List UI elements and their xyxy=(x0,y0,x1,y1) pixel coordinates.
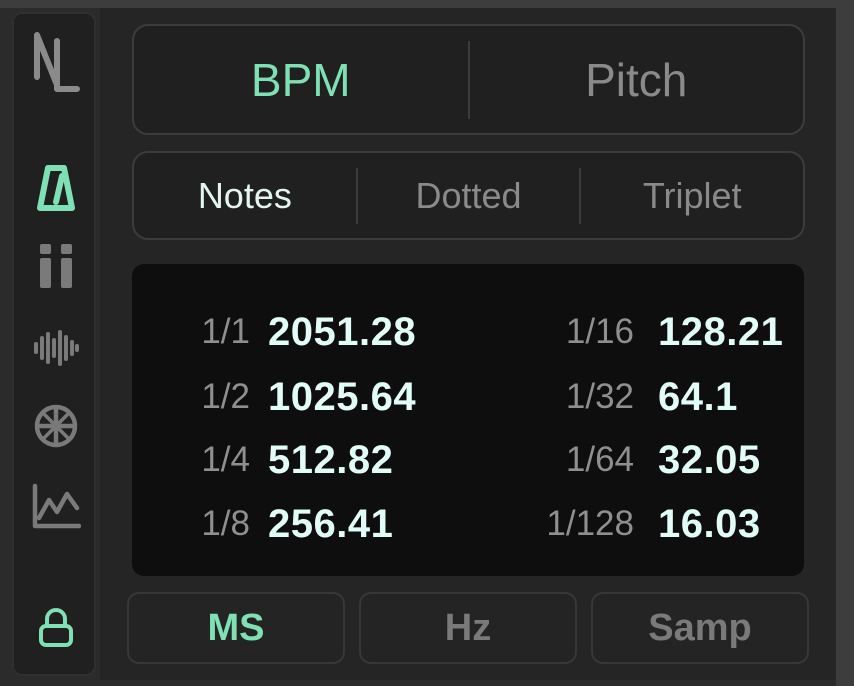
tab-bpm[interactable]: BPM xyxy=(134,53,468,107)
note-label: 1/4 xyxy=(201,440,250,479)
hz-button[interactable]: Hz xyxy=(359,592,577,664)
value-row: 1/32 64.1 xyxy=(516,369,738,425)
metronome-icon[interactable] xyxy=(14,158,98,218)
note-label: 1/32 xyxy=(565,377,634,416)
ms-button[interactable]: MS xyxy=(127,592,345,664)
plugin-window: BPM Pitch Notes Dotted Triplet 1/1 2051.… xyxy=(0,0,854,686)
samp-button[interactable]: Samp xyxy=(591,592,809,664)
note-label: 1/8 xyxy=(201,504,250,543)
crosshair-wheel-icon[interactable] xyxy=(14,400,98,452)
note-label: 1/64 xyxy=(565,440,634,479)
main-panel: BPM Pitch Notes Dotted Triplet 1/1 2051.… xyxy=(100,8,836,680)
tab-triplet[interactable]: Triplet xyxy=(581,175,803,217)
sidebar xyxy=(12,12,96,676)
window-frame-right xyxy=(836,0,854,686)
value-row: 1/1 2051.28 xyxy=(172,304,416,360)
tab-notes[interactable]: Notes xyxy=(134,175,356,217)
pause-bars-icon[interactable] xyxy=(14,240,98,294)
tab-dotted[interactable]: Dotted xyxy=(358,175,580,217)
mode-selector: BPM Pitch xyxy=(132,24,805,135)
value-row: 1/16 128.21 xyxy=(516,304,783,360)
tab-pitch[interactable]: Pitch xyxy=(470,53,804,107)
note-label: 1/1 xyxy=(201,312,250,351)
lock-icon[interactable] xyxy=(14,602,98,654)
note-label: 1/2 xyxy=(201,377,250,416)
note-value: 16.03 xyxy=(658,501,761,546)
note-value: 32.05 xyxy=(658,437,761,482)
note-value: 128.21 xyxy=(658,309,784,354)
note-value: 2051.28 xyxy=(268,309,417,354)
window-frame-top xyxy=(0,0,854,8)
values-display: 1/1 2051.28 1/2 1025.64 1/4 512.82 1/8 2… xyxy=(132,264,804,576)
note-value: 256.41 xyxy=(268,501,394,546)
note-label: 1/128 xyxy=(546,504,634,543)
note-value: 512.82 xyxy=(268,437,394,482)
note-value: 1025.64 xyxy=(268,374,417,419)
value-row: 1/128 16.03 xyxy=(516,496,761,552)
value-row: 1/4 512.82 xyxy=(172,432,393,488)
value-row: 1/2 1025.64 xyxy=(172,369,416,425)
value-row: 1/8 256.41 xyxy=(172,496,393,552)
note-value: 64.1 xyxy=(658,374,738,419)
value-row: 1/64 32.05 xyxy=(516,432,761,488)
line-chart-icon[interactable] xyxy=(14,478,98,534)
note-type-selector: Notes Dotted Triplet xyxy=(132,151,805,240)
waveform-icon[interactable] xyxy=(14,322,98,374)
note-label: 1/16 xyxy=(565,312,634,351)
logo-icon xyxy=(14,26,98,102)
